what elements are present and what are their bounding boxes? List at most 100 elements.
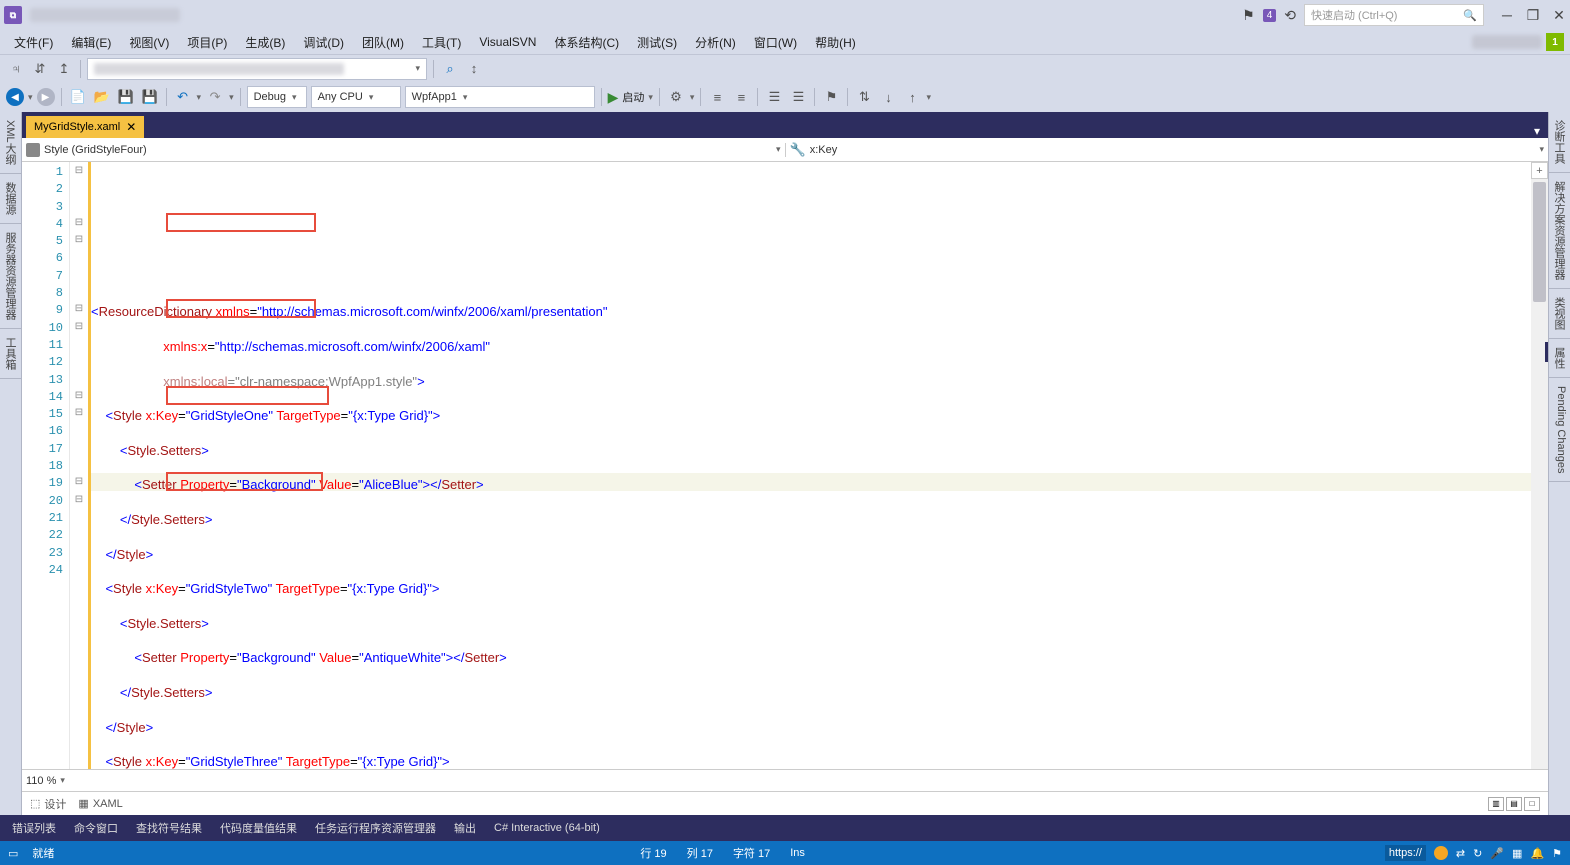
side-tab-toolbox[interactable]: 工具箱: [0, 329, 21, 379]
startup-dropdown[interactable]: WpfApp1▾: [405, 86, 595, 108]
menu-project[interactable]: 项目(P): [179, 31, 235, 54]
side-tab-pending-changes[interactable]: Pending Changes: [1549, 378, 1570, 482]
panel-tasks[interactable]: 任务运行程序资源管理器: [307, 816, 444, 840]
file-tab-label: MyGridStyle.xaml: [34, 121, 120, 133]
minimize-button[interactable]: ─: [1500, 8, 1514, 22]
menu-test[interactable]: 测试(S): [629, 31, 685, 54]
status-url: https://: [1385, 845, 1426, 861]
status-orange-icon[interactable]: [1434, 846, 1448, 860]
split-v-button[interactable]: ▤: [1506, 797, 1522, 811]
menu-edit[interactable]: 编辑(E): [63, 31, 119, 54]
platform-dropdown[interactable]: Any CPU▾: [311, 86, 401, 108]
panel-metrics[interactable]: 代码度量值结果: [212, 816, 305, 840]
sync-icon[interactable]: ⇄: [1456, 847, 1465, 860]
start-label[interactable]: 启动: [622, 89, 644, 105]
tab-close-icon[interactable]: ✕: [126, 120, 136, 134]
quick-launch-input[interactable]: 快速启动 (Ctrl+Q) 🔍: [1304, 4, 1484, 26]
split-editor-button[interactable]: +: [1531, 162, 1548, 179]
nav-up-icon[interactable]: ⇅: [854, 87, 874, 107]
notifications-flag-icon[interactable]: ⚑: [1242, 7, 1255, 24]
branch-icon[interactable]: ♃: [6, 59, 26, 79]
panel-cmd[interactable]: 命令窗口: [66, 816, 126, 840]
vertical-scrollbar[interactable]: +: [1531, 162, 1548, 769]
comment-icon[interactable]: ☰: [764, 87, 784, 107]
config-dropdown[interactable]: Debug▾: [247, 86, 307, 108]
status-bar: ▭ 就绪 行 19 列 17 字符 17 Ins https:// ⇄ ↻ 🎤 …: [0, 841, 1570, 865]
menu-view[interactable]: 视图(V): [121, 31, 177, 54]
scroll-thumb[interactable]: [1533, 182, 1546, 302]
panel-csharp[interactable]: C# Interactive (64-bit): [486, 818, 608, 838]
account-badge[interactable]: 1: [1546, 33, 1564, 51]
split-h-button[interactable]: ▥: [1488, 797, 1504, 811]
notification-badge[interactable]: 4: [1263, 9, 1277, 22]
tab-overflow-chevron[interactable]: ▾: [1526, 124, 1548, 138]
nav-forward-button[interactable]: ▶: [37, 88, 55, 106]
panel-find[interactable]: 查找符号结果: [128, 816, 210, 840]
menu-window[interactable]: 窗口(W): [746, 31, 805, 54]
menu-help[interactable]: 帮助(H): [807, 31, 864, 54]
find-icon[interactable]: ⌕: [440, 59, 460, 79]
restore-button[interactable]: ❐: [1526, 8, 1540, 22]
code-body[interactable]: <ResourceDictionary xmlns="http://schema…: [88, 162, 1531, 769]
side-tab-diagnostics[interactable]: 诊断工具: [1549, 112, 1570, 173]
uncomment-icon[interactable]: ☰: [788, 87, 808, 107]
save-all-icon[interactable]: 💾: [140, 87, 160, 107]
start-play-icon[interactable]: ▶: [608, 89, 619, 106]
menu-build[interactable]: 生成(B): [237, 31, 293, 54]
editor-bottom-strip: 110 % ▾: [22, 769, 1548, 791]
file-tab-active[interactable]: MyGridStyle.xaml ✕: [26, 116, 144, 138]
arrow-down-icon[interactable]: ↓: [878, 87, 898, 107]
xaml-tab[interactable]: ▦ XAML: [78, 797, 122, 810]
redo-icon[interactable]: ↷: [205, 87, 225, 107]
side-tab-xml-outline[interactable]: XML大纲: [0, 112, 21, 174]
status-ins: Ins: [784, 847, 811, 859]
side-tab-data-sources[interactable]: 数据源: [0, 174, 21, 224]
panel-icon[interactable]: ▦: [1512, 847, 1522, 860]
code-editor[interactable]: 123456789101112131415161718192021222324 …: [22, 162, 1548, 769]
side-tab-properties[interactable]: 属性: [1549, 339, 1570, 378]
wrench-icon: 🔧: [790, 142, 806, 158]
search-icon: 🔍: [1463, 9, 1477, 22]
publish-icon[interactable]: ⇵: [30, 59, 50, 79]
indent-icon[interactable]: ≡: [707, 87, 727, 107]
pull-icon[interactable]: ↥: [54, 59, 74, 79]
menu-debug[interactable]: 调试(D): [295, 31, 352, 54]
panel-errors[interactable]: 错误列表: [4, 816, 64, 840]
nav-back-button[interactable]: ◀: [6, 88, 24, 106]
menu-tools[interactable]: 工具(T): [414, 31, 469, 54]
close-button[interactable]: ✕: [1552, 8, 1566, 22]
style-icon: [26, 143, 40, 157]
outdent-icon[interactable]: ≡: [731, 87, 751, 107]
bottom-panel-tabs: 错误列表 命令窗口 查找符号结果 代码度量值结果 任务运行程序资源管理器 输出 …: [0, 815, 1570, 841]
flag-icon[interactable]: ⚑: [1552, 847, 1562, 860]
zoom-level[interactable]: 110 %: [26, 775, 56, 787]
arrow-up-icon[interactable]: ↑: [902, 87, 922, 107]
step-icon[interactable]: ⚙: [666, 87, 686, 107]
side-tab-solution-explorer[interactable]: 解决方案资源管理器: [1549, 173, 1570, 289]
title-bar: ⧉ ⚑ 4 ⟲ 快速启动 (Ctrl+Q) 🔍 ─ ❐ ✕: [0, 0, 1570, 30]
design-tab[interactable]: ⬚ 设计: [30, 796, 66, 812]
fold-gutter[interactable]: ⊟⊟⊟⊟⊟⊟⊟⊟⊟: [70, 162, 88, 769]
nav-member-dropdown[interactable]: 🔧 x:Key ▾: [786, 142, 1549, 158]
bell-icon[interactable]: 🔔: [1530, 847, 1544, 860]
menu-visualsvn[interactable]: VisualSVN: [471, 32, 544, 52]
bookmark-icon[interactable]: ⚑: [821, 87, 841, 107]
sort-icon[interactable]: ↕: [464, 59, 484, 79]
feedback-icon[interactable]: ⟲: [1284, 7, 1296, 24]
nav-scope-dropdown[interactable]: Style (GridStyleFour) ▾: [22, 143, 786, 157]
menu-analyze[interactable]: 分析(N): [687, 31, 744, 54]
expand-button[interactable]: □: [1524, 797, 1540, 811]
menu-file[interactable]: 文件(F): [6, 31, 61, 54]
new-project-icon[interactable]: 📄: [68, 87, 88, 107]
menu-architecture[interactable]: 体系结构(C): [546, 31, 627, 54]
side-tab-server-explorer[interactable]: 服务器资源管理器: [0, 224, 21, 329]
save-icon[interactable]: 💾: [116, 87, 136, 107]
side-tab-class-view[interactable]: 类视图: [1549, 289, 1570, 339]
solution-dropdown[interactable]: ▾: [87, 58, 427, 80]
menu-team[interactable]: 团队(M): [354, 31, 412, 54]
open-icon[interactable]: 📂: [92, 87, 112, 107]
panel-output[interactable]: 输出: [446, 816, 484, 840]
undo-icon[interactable]: ↶: [173, 87, 193, 107]
mic-icon[interactable]: 🎤: [1490, 847, 1504, 860]
loop-icon[interactable]: ↻: [1473, 847, 1482, 860]
